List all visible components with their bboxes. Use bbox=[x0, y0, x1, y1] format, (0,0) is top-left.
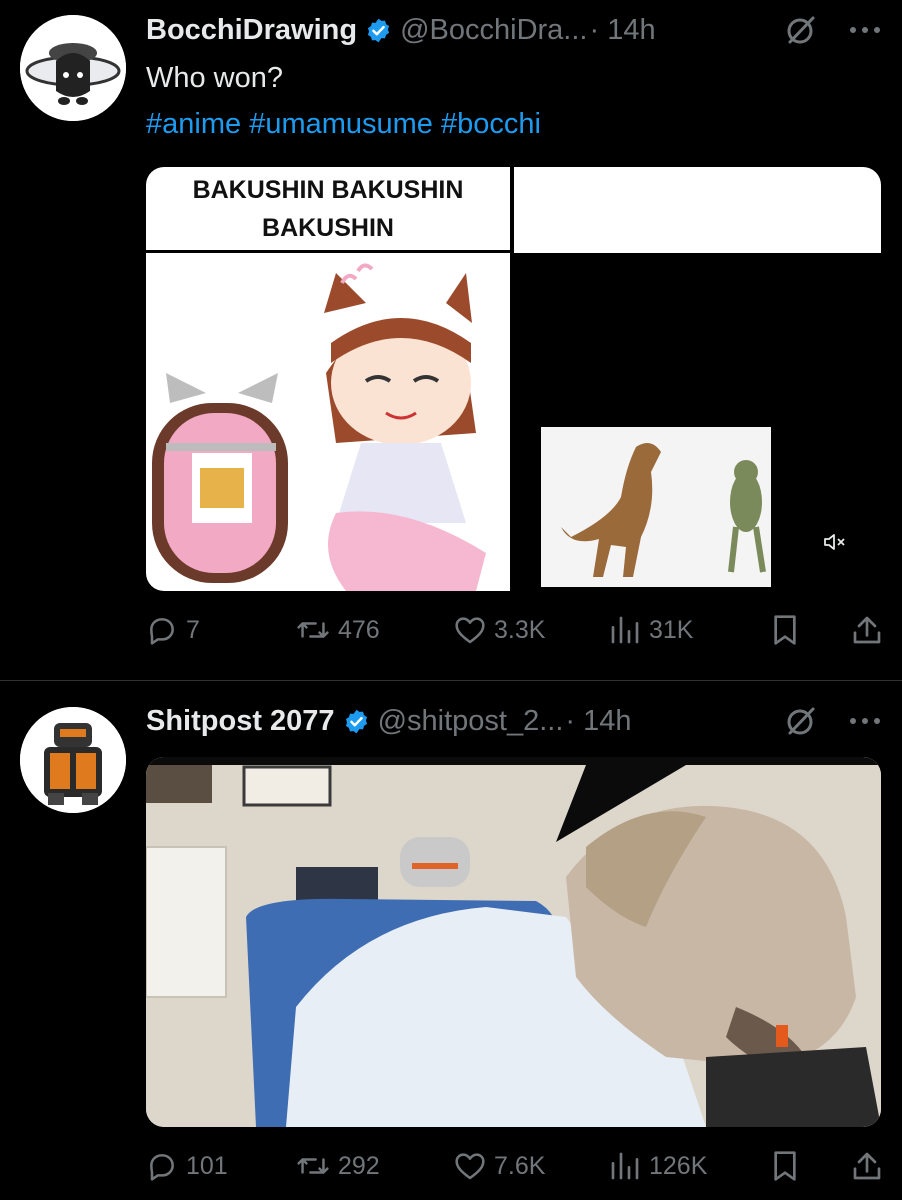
like-count: 7.6K bbox=[494, 1151, 546, 1180]
video-frame bbox=[146, 757, 881, 1127]
author-handle[interactable]: @shitpost_2... bbox=[378, 705, 564, 738]
author-name[interactable]: Shitpost 2077 bbox=[146, 705, 335, 738]
author-handle[interactable]: @BocchiDra... bbox=[400, 14, 587, 47]
bookmark-icon bbox=[774, 615, 796, 645]
views-icon bbox=[611, 1152, 639, 1180]
verified-badge-icon bbox=[345, 709, 367, 733]
tweet-text: Who won? bbox=[146, 62, 284, 94]
hashtag-link[interactable]: #bocchi bbox=[441, 108, 541, 140]
reply-button[interactable]: 101 bbox=[146, 1150, 296, 1182]
views-button[interactable]: 31K bbox=[609, 615, 771, 645]
verified-badge-icon bbox=[368, 18, 390, 42]
meme-right-caption-blank bbox=[514, 167, 881, 253]
meme-left-panel: BAKUSHIN BAKUSHIN BAKUSHIN bbox=[146, 167, 510, 591]
like-icon bbox=[455, 1153, 485, 1180]
tweet-1[interactable]: BocchiDrawing @BocchiDra... · 14h Who wo… bbox=[0, 0, 902, 680]
bookmark-button[interactable] bbox=[771, 614, 841, 646]
reply-count: 101 bbox=[186, 1151, 228, 1180]
like-button[interactable]: 7.6K bbox=[454, 1151, 609, 1181]
avatar-bocchidrawing[interactable] bbox=[20, 15, 126, 121]
bookmark-icon bbox=[774, 1151, 796, 1181]
repost-button[interactable]: 292 bbox=[296, 1150, 454, 1182]
tweet-media-video[interactable] bbox=[146, 757, 881, 1127]
avatar-image bbox=[20, 707, 126, 813]
hashtag-link[interactable]: #umamusume bbox=[249, 108, 433, 140]
post-time[interactable]: · 14h bbox=[565, 705, 631, 738]
views-button[interactable]: 126K bbox=[609, 1151, 771, 1181]
more-icon[interactable] bbox=[848, 25, 882, 35]
speaker-muted-icon[interactable] bbox=[823, 532, 847, 552]
views-count: 126K bbox=[649, 1151, 708, 1180]
grok-icon[interactable] bbox=[784, 704, 818, 738]
tweet-actions: 101 292 7.6K 126K bbox=[146, 1146, 882, 1186]
like-icon bbox=[455, 617, 485, 644]
meme-caption: BAKUSHIN BAKUSHIN BAKUSHIN bbox=[146, 167, 510, 253]
reply-count: 7 bbox=[186, 615, 200, 644]
hashtag-link[interactable]: #anime bbox=[146, 108, 241, 140]
share-button[interactable] bbox=[852, 1150, 882, 1182]
repost-icon bbox=[297, 1158, 329, 1174]
avatar-image bbox=[20, 15, 126, 121]
grok-icon[interactable] bbox=[784, 13, 818, 47]
views-count: 31K bbox=[649, 615, 694, 644]
reply-icon bbox=[150, 1154, 174, 1181]
meme-illustration bbox=[152, 263, 486, 591]
repost-count: 476 bbox=[338, 615, 380, 644]
hashtag-list: #anime #umamusume #bocchi bbox=[146, 104, 541, 144]
share-icon bbox=[853, 1152, 881, 1180]
like-button[interactable]: 3.3K bbox=[454, 615, 609, 645]
like-count: 3.3K bbox=[494, 615, 546, 644]
author-name[interactable]: BocchiDrawing bbox=[146, 14, 357, 47]
meme-right-panel bbox=[514, 253, 881, 591]
reply-icon bbox=[150, 618, 174, 645]
avatar-shitpost2077[interactable] bbox=[20, 707, 126, 813]
bookmark-button[interactable] bbox=[771, 1150, 841, 1182]
repost-icon bbox=[297, 622, 329, 638]
reply-button[interactable]: 7 bbox=[146, 614, 296, 646]
repost-count: 292 bbox=[338, 1151, 380, 1180]
share-button[interactable] bbox=[852, 614, 882, 646]
share-icon bbox=[853, 616, 881, 644]
tweet-header: BocchiDrawing @BocchiDra... · 14h bbox=[146, 10, 882, 50]
repost-button[interactable]: 476 bbox=[296, 614, 454, 646]
post-time[interactable]: · 14h bbox=[589, 14, 655, 47]
tweet-header: Shitpost 2077 @shitpost_2... · 14h bbox=[146, 701, 882, 741]
tweet-actions: 7 476 3.3K 31K bbox=[146, 610, 882, 650]
views-icon bbox=[611, 616, 639, 644]
dinosaur-frog-clip bbox=[541, 427, 771, 587]
more-icon[interactable] bbox=[848, 716, 882, 726]
tweet-2[interactable]: Shitpost 2077 @shitpost_2... · 14h 101 2… bbox=[0, 681, 902, 1200]
tweet-media-video[interactable]: BAKUSHIN BAKUSHIN BAKUSHIN bbox=[146, 167, 881, 591]
